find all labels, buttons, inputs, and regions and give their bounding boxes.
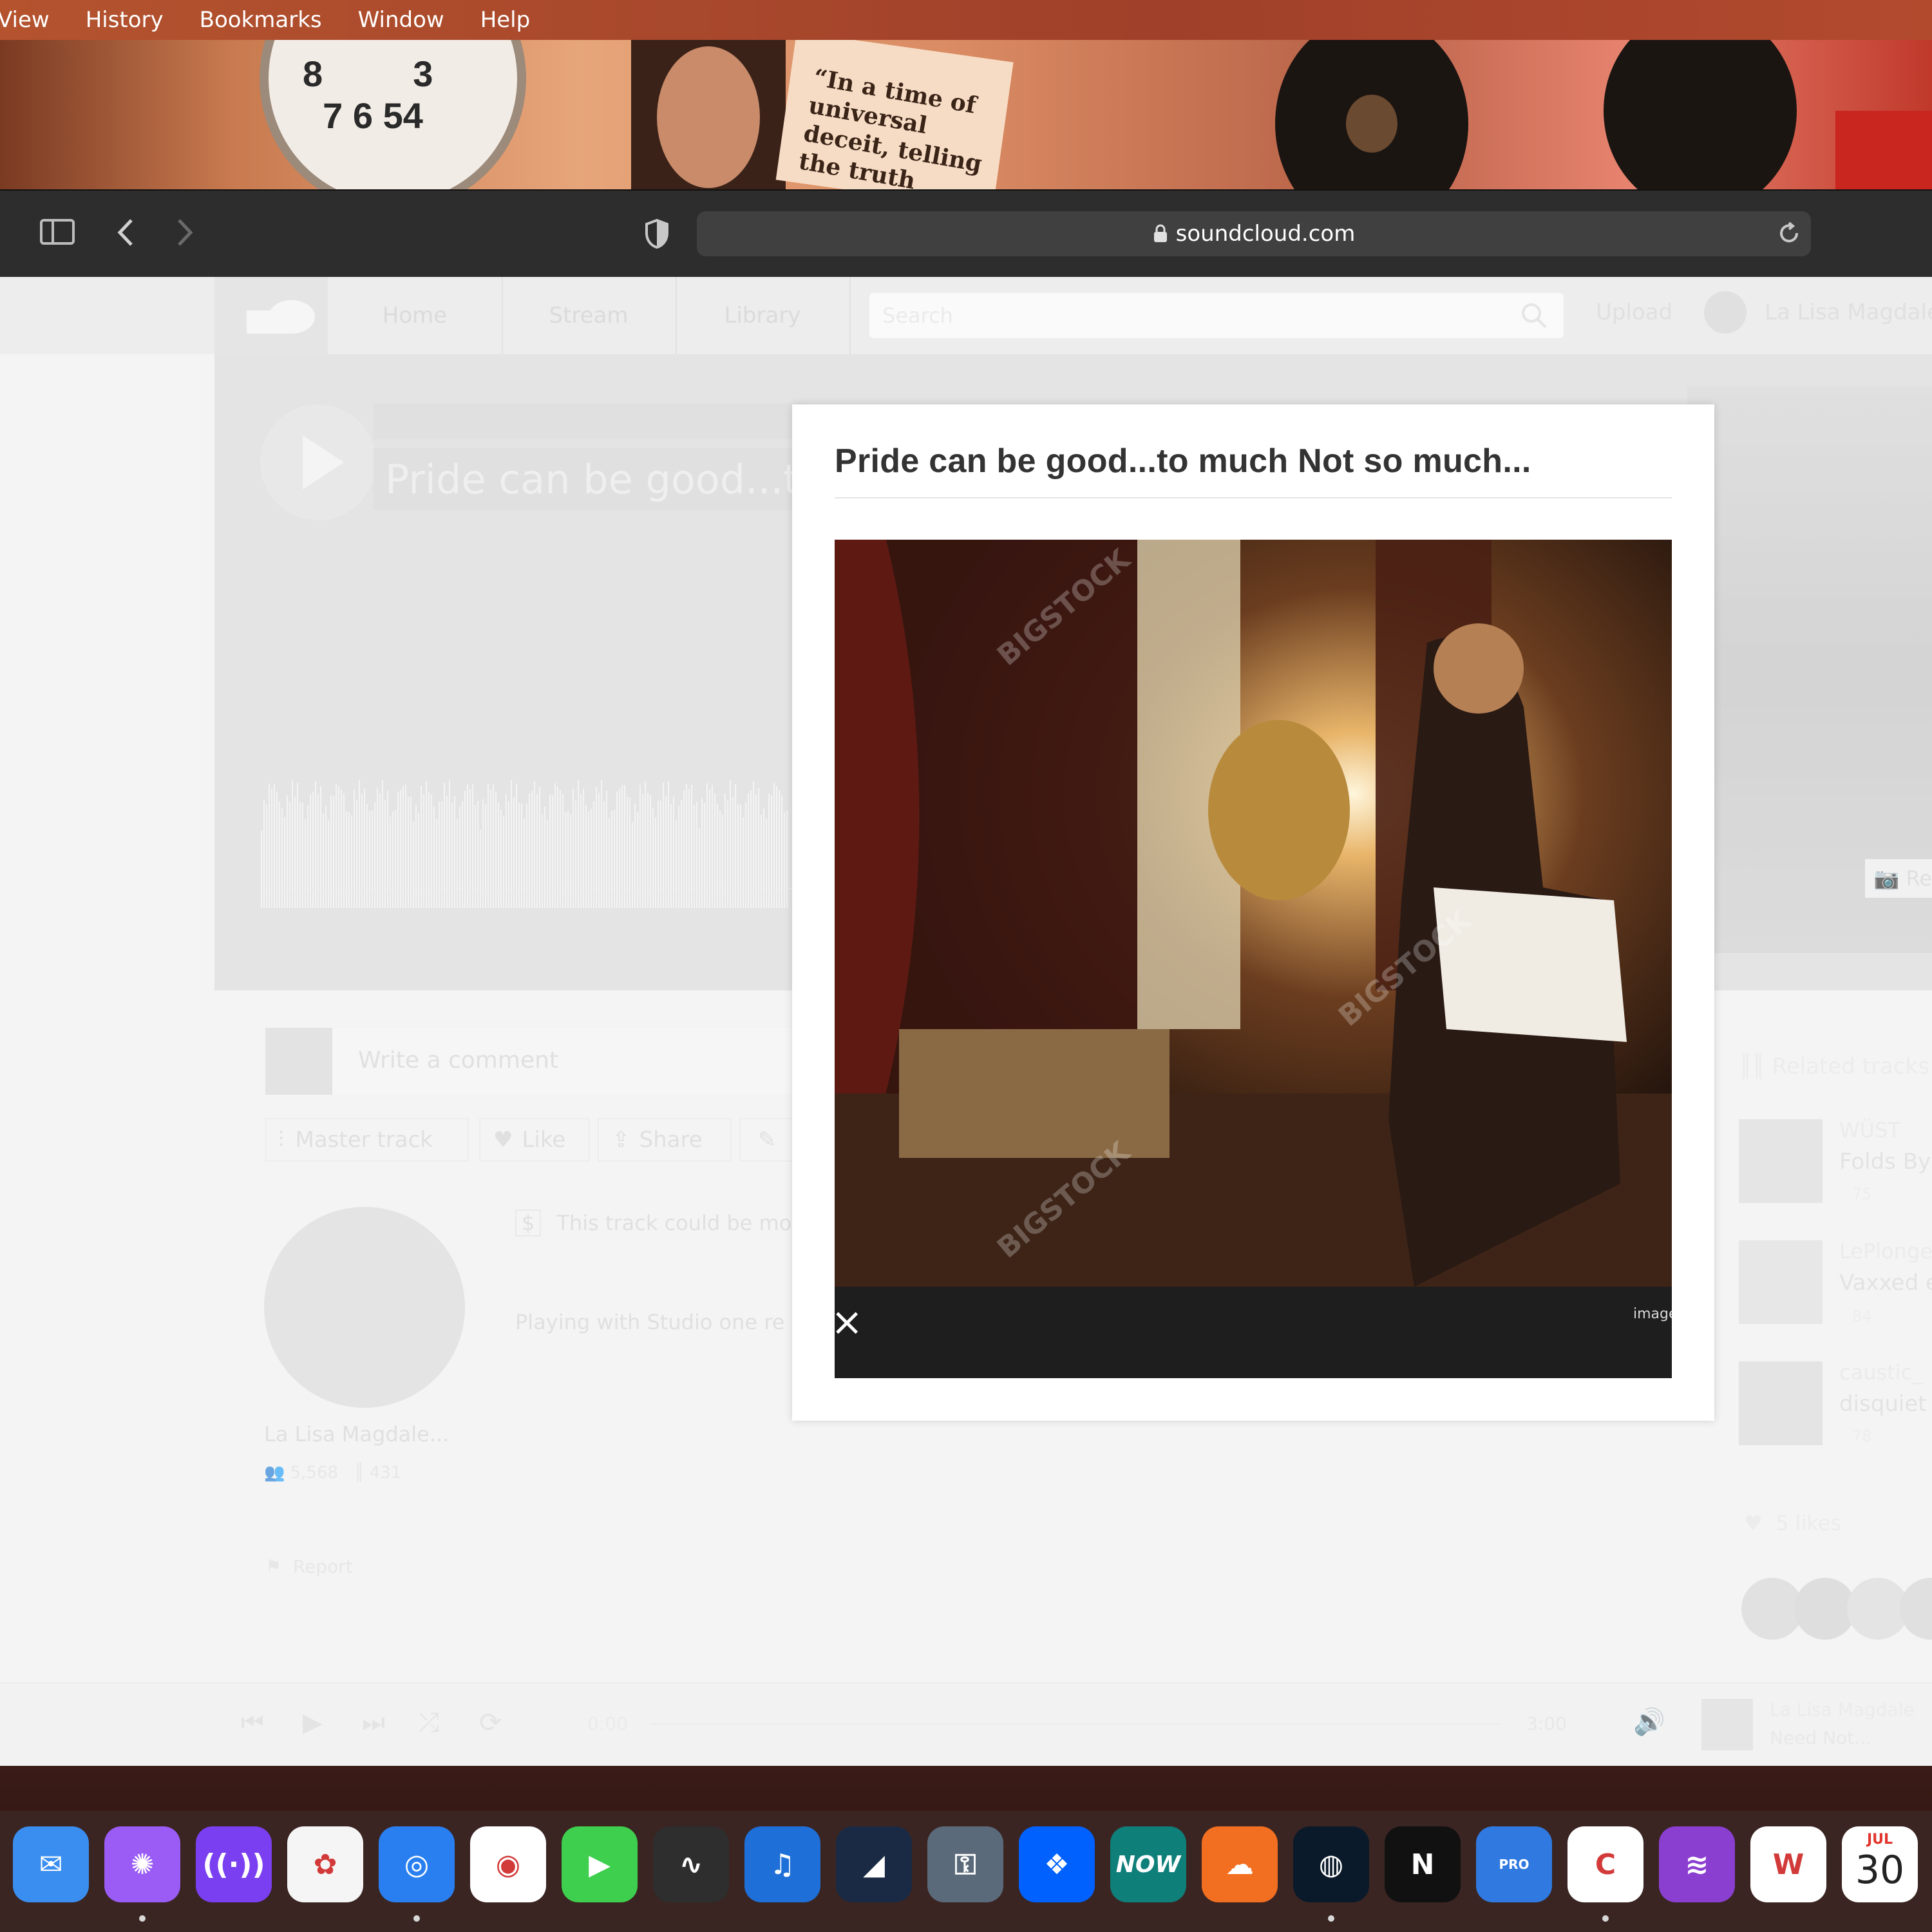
calendar-month: JUL [1866,1832,1893,1848]
desktop-wallpaper: 8 3 7 6 54 “In a time of universal decei… [0,40,1932,189]
running-indicator [1602,1915,1609,1922]
safari-icon[interactable]: ◎ [379,1826,455,1902]
cubase-icon[interactable]: C [1567,1826,1643,1902]
address-text[interactable]: soundcloud.com [697,211,1811,256]
lock-icon [1153,224,1167,242]
writer-icon[interactable]: W [1750,1826,1826,1902]
mail-icon[interactable]: ✉ [13,1826,89,1902]
modal-title: Pride can be good...to much Not so much.… [835,442,1531,480]
notion-icon[interactable]: N [1385,1826,1461,1902]
reload-icon[interactable] [1777,222,1801,246]
activity-monitor-icon[interactable]: ∿ [653,1826,729,1902]
menu-help[interactable]: Help [480,7,531,33]
soundcloud-icon[interactable]: ☁ [1202,1826,1278,1902]
keychain-icon[interactable]: ⚿ [927,1826,1003,1902]
track-artwork-large: BIGSTOCK BIGSTOCK BIGSTOCK image × [835,540,1672,1378]
back-icon[interactable] [116,218,135,247]
image-caption: image [1633,1306,1672,1322]
forward-icon[interactable] [175,218,194,247]
facetime-icon[interactable]: ▶ [562,1826,638,1902]
final-cut-icon[interactable]: ◢ [836,1826,912,1902]
now-tv-icon[interactable]: NOW [1110,1826,1186,1902]
close-icon[interactable]: × [835,1300,863,1345]
sidebar-icon[interactable] [40,219,76,246]
now-tv-label: NOW [1115,1851,1181,1878]
running-indicator [413,1915,420,1922]
running-indicator [1328,1915,1334,1922]
photos-icon[interactable]: ✿ [287,1826,363,1902]
stack-icon[interactable]: ≋ [1659,1826,1735,1902]
menu-bar: View History Bookmarks Window Help [0,0,1932,40]
podcast-icon[interactable]: ((·)) [196,1826,272,1902]
menu-view[interactable]: View [0,7,50,33]
ozone-icon[interactable]: ◍ [1293,1826,1369,1902]
dropbox-icon[interactable]: ❖ [1019,1826,1095,1902]
menu-window[interactable]: Window [358,7,444,33]
running-indicator [139,1915,146,1922]
steampunk-photo [835,540,1672,1378]
url-label: soundcloud.com [1175,221,1356,247]
wps-pro-label: PRO [1499,1857,1530,1872]
chrome-icon[interactable]: ◉ [470,1826,546,1902]
calendar-day: 30 [1855,1848,1905,1893]
calendar-icon[interactable]: JUL 30 [1842,1826,1918,1902]
menu-history[interactable]: History [86,7,164,33]
modal-divider [835,497,1672,498]
clock-numbers: 8 3 7 6 54 [303,53,433,136]
wps-icon[interactable]: PRO [1476,1826,1552,1902]
privacy-shield-icon[interactable] [644,219,670,249]
messenger-icon[interactable]: ✺ [104,1826,180,1902]
audio-app-icon[interactable]: ♫ [744,1826,820,1902]
menu-bookmarks[interactable]: Bookmarks [200,7,322,33]
